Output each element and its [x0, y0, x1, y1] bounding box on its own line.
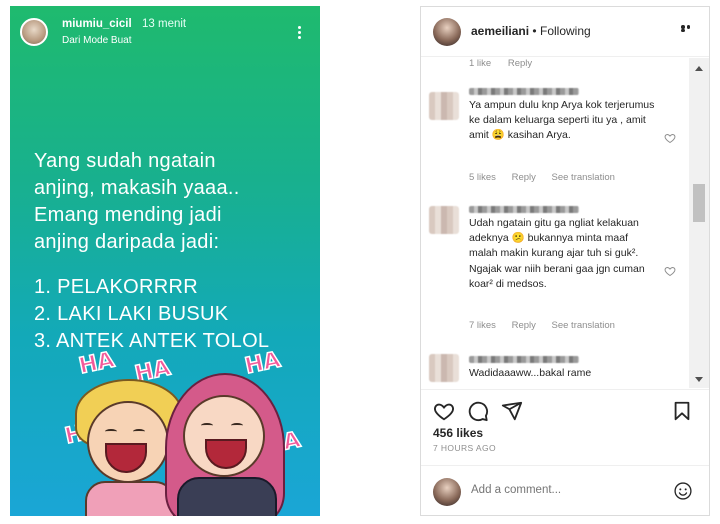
post-actions [421, 389, 709, 429]
story-username[interactable]: miumiu_cicil [62, 18, 132, 30]
story-text-line: Yang sudah ngatain [34, 150, 216, 172]
comment-likes[interactable]: 7 likes [469, 320, 496, 331]
story-time: 13 menit [142, 18, 187, 30]
story-list-line: 2. LAKI LAKI BUSUK [34, 303, 229, 325]
comments-scrollbar[interactable] [689, 58, 709, 388]
comment-likes[interactable]: 5 likes [469, 172, 496, 183]
avatar[interactable] [433, 18, 461, 46]
send-icon[interactable] [501, 400, 523, 422]
blurred-username [469, 206, 579, 213]
heart-icon[interactable] [433, 400, 455, 422]
scrollbar-thumb[interactable] [693, 184, 705, 222]
eye-shape [231, 423, 243, 428]
comments-list: 1 like Reply Ya ampun dulu knp Arya kok … [421, 58, 689, 388]
instagram-post-panel: aemeiliani • Following 1 like Reply Ya a… [420, 6, 710, 516]
comment-reply-button[interactable]: Reply [512, 320, 536, 331]
sticker-ha-text: HA [76, 347, 117, 380]
pink-girl-body [177, 477, 277, 516]
comment-meta: 1 like Reply [469, 58, 546, 69]
like-count[interactable]: 456 likes [433, 426, 483, 440]
heart-icon[interactable] [664, 264, 676, 277]
laughing-girls-sticker: HA HA HA HA HA [62, 347, 305, 516]
eye-shape [201, 423, 213, 428]
comment-reply-button[interactable]: Reply [512, 172, 536, 183]
avatar[interactable] [20, 18, 48, 46]
story-text-line: Emang mending jadi [34, 204, 222, 226]
story-header: miumiu_cicil 13 menit Dari Mode Buat [18, 14, 312, 54]
avatar [433, 478, 461, 506]
post-timestamp: 7 HOURS AGO [433, 443, 496, 453]
avatar[interactable] [429, 354, 459, 382]
comment-likes[interactable]: 1 like [469, 58, 491, 69]
post-username[interactable]: aemeiliani • [471, 24, 537, 38]
story-subtitle: Dari Mode Buat [62, 35, 132, 46]
story-panel: miumiu_cicil 13 menit Dari Mode Buat Yan… [10, 6, 320, 516]
add-comment-input[interactable] [471, 484, 651, 496]
comment-text: Ya ampun dulu knp Arya kok terjerumus ke… [469, 99, 655, 142]
blurred-username [469, 88, 579, 95]
story-caption: Yang sudah ngatain anjing, makasih yaaa.… [34, 148, 314, 355]
screenshot-frame: miumiu_cicil 13 menit Dari Mode Buat Yan… [0, 0, 720, 524]
comment-reply-button[interactable]: Reply [508, 58, 532, 69]
comment-text: Wadidaaaww...bakal rame [469, 367, 592, 379]
blonde-girl-body [85, 481, 175, 516]
scroll-up-arrow-icon[interactable] [695, 66, 703, 71]
see-translation-link[interactable]: See translation [552, 172, 615, 183]
horizontal-dots-icon[interactable] [681, 25, 697, 32]
see-translation-link[interactable]: See translation [552, 320, 615, 331]
scroll-down-arrow-icon[interactable] [695, 377, 703, 382]
smiley-icon[interactable] [673, 481, 693, 501]
avatar[interactable] [429, 92, 459, 120]
comment-meta: 5 likes Reply See translation [469, 172, 628, 183]
post-header: aemeiliani • Following [421, 7, 709, 57]
eye-shape [105, 429, 117, 434]
add-comment-row [421, 465, 709, 517]
comment-meta: 7 likes Reply See translation [469, 320, 628, 331]
comment-icon[interactable] [467, 400, 489, 422]
story-list-line: 1. PELAKORRRR [34, 276, 198, 298]
comment-text: Udah ngatain gitu ga ngliat kelakuan ade… [469, 217, 645, 290]
sticker-ha-text: HA [242, 347, 283, 380]
heart-icon[interactable] [664, 131, 676, 144]
blurred-username [469, 356, 579, 363]
vertical-dots-icon[interactable] [296, 24, 302, 41]
story-text-line: anjing daripada jadi: [34, 231, 220, 253]
following-button[interactable]: Following [540, 24, 591, 38]
story-text-line: anjing, makasih yaaa.. [34, 177, 240, 199]
avatar[interactable] [429, 206, 459, 234]
bookmark-icon[interactable] [671, 400, 693, 422]
eye-shape [133, 429, 145, 434]
